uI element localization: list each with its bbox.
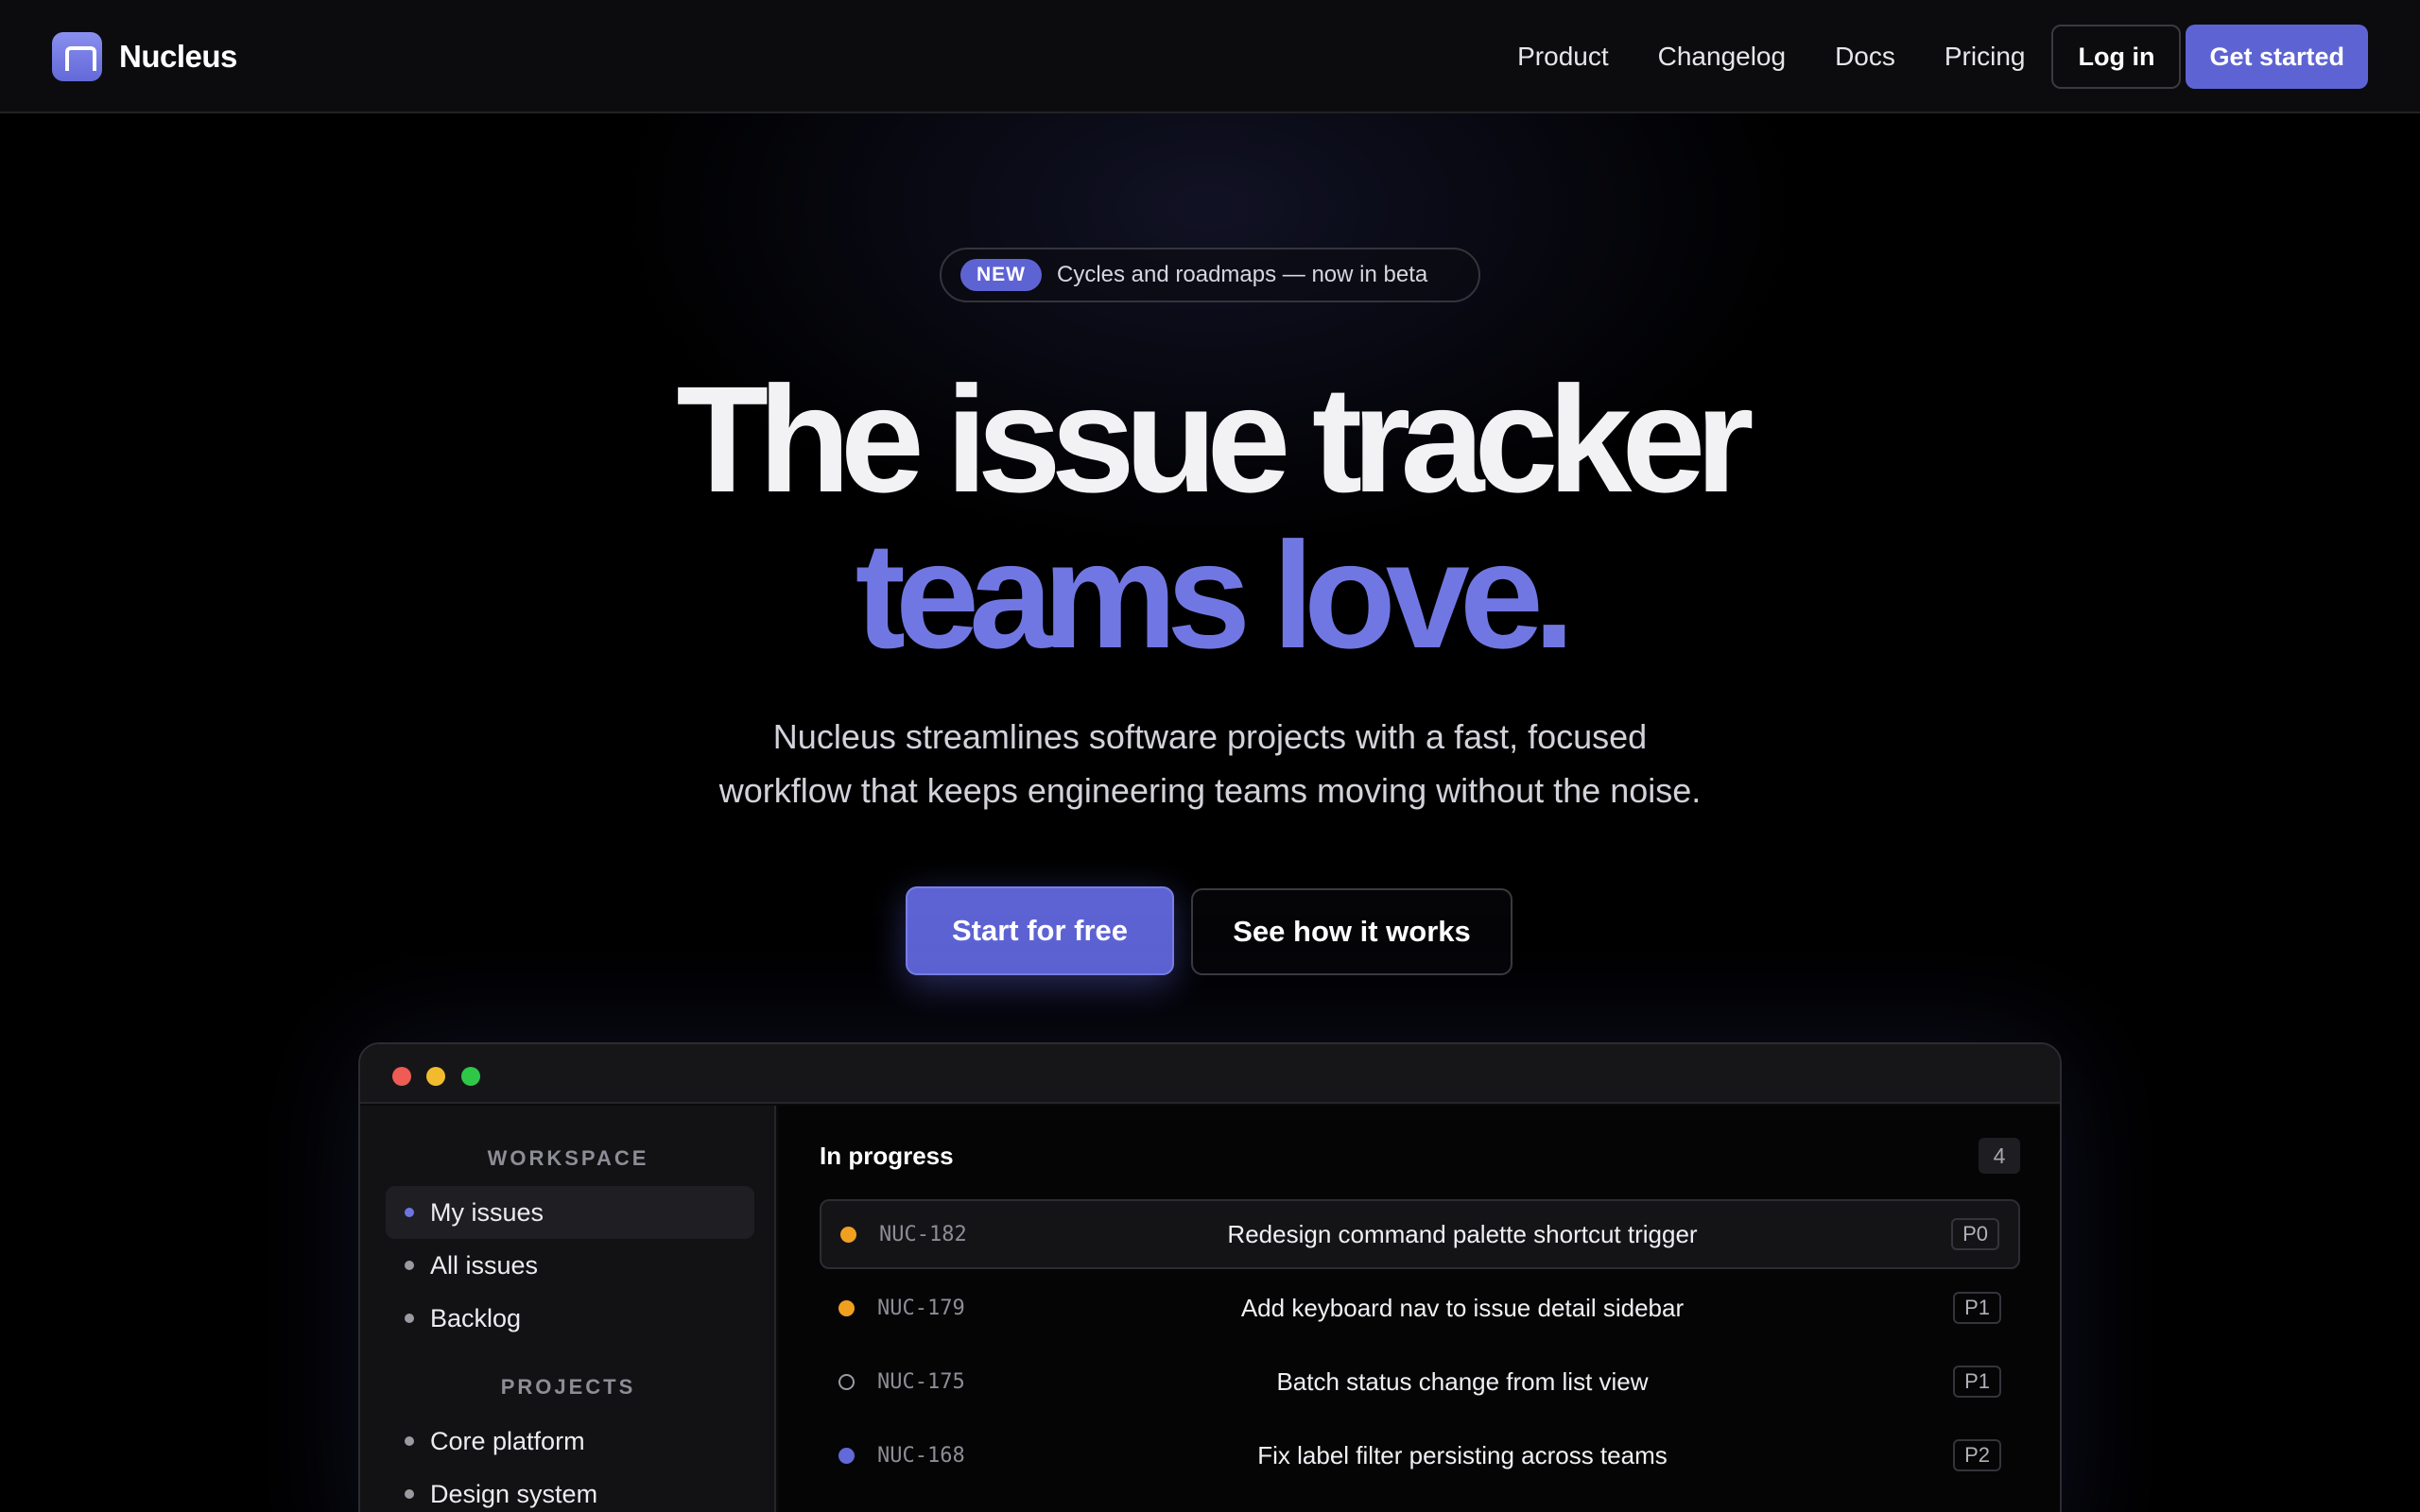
priority-badge: P2 [1953, 1439, 2001, 1471]
announcement-pill[interactable]: NEW Cycles and roadmaps — now in beta [940, 248, 1480, 302]
app-preview-window: WORKSPACE My issues All issues Backlog P… [358, 1042, 2062, 1512]
issue-title: Redesign command palette shortcut trigge… [1227, 1219, 1698, 1248]
priority-badge: P1 [1953, 1366, 2001, 1398]
in-progress-status-icon [840, 1226, 856, 1243]
issue-row[interactable]: NUC-182 Redesign command palette shortcu… [820, 1199, 2020, 1269]
get-started-button[interactable]: Get started [2186, 25, 2368, 89]
bullet-icon [405, 1208, 414, 1217]
sidebar-item-design-system[interactable]: Design system [386, 1468, 754, 1512]
window-close-dot-icon [392, 1067, 411, 1086]
planned-status-icon [838, 1447, 855, 1464]
start-for-free-button[interactable]: Start for free [906, 886, 1174, 975]
in-progress-status-icon [838, 1299, 855, 1316]
login-button[interactable]: Log in [2051, 25, 2182, 89]
sidebar-item-label: All issues [430, 1250, 539, 1280]
nav-link-docs[interactable]: Docs [1835, 42, 1895, 72]
hero-subtitle-line2: workflow that keeps engineering teams mo… [718, 771, 1702, 810]
window-titlebar [360, 1044, 2060, 1104]
nav-link-changelog[interactable]: Changelog [1658, 42, 1786, 72]
issue-title: Batch status change from list view [1276, 1366, 1649, 1396]
issue-id: NUC-182 [879, 1222, 967, 1246]
window-zoom-dot-icon [461, 1067, 480, 1086]
priority-badge: P1 [1953, 1292, 2001, 1324]
sidebar-item-my-issues[interactable]: My issues [386, 1186, 754, 1239]
bullet-icon [405, 1261, 414, 1270]
nav-link-pricing[interactable]: Pricing [1945, 42, 2026, 72]
sidebar-item-all-issues[interactable]: All issues [386, 1239, 754, 1292]
todo-status-icon [838, 1373, 855, 1390]
nucleus-logo-icon [52, 32, 102, 81]
hero-headline-line2: teams love. [855, 510, 1576, 679]
priority-badge: P0 [1951, 1218, 1999, 1250]
hero-headline-line1: The issue tracker [676, 354, 1754, 524]
nav-link-product[interactable]: Product [1517, 42, 1609, 72]
sidebar-item-core-platform[interactable]: Core platform [386, 1415, 754, 1468]
issue-row[interactable]: NUC-179 Add keyboard nav to issue detail… [820, 1273, 2020, 1343]
bullet-icon [405, 1314, 414, 1323]
sidebar-item-label: Design system [430, 1479, 598, 1508]
sidebar-item-label: Backlog [430, 1303, 522, 1332]
issue-title: Add keyboard nav to issue detail sidebar [1240, 1293, 1685, 1322]
workspace-section-label: WORKSPACE [487, 1146, 649, 1170]
issue-id: NUC-168 [877, 1443, 965, 1468]
top-nav: Nucleus Product Changelog Docs Pricing L… [0, 0, 2420, 113]
projects-section-label: PROJECTS [500, 1375, 636, 1399]
sidebar-item-label: My issues [430, 1197, 544, 1227]
group-title: In progress [820, 1142, 954, 1170]
see-how-it-works-button[interactable]: See how it works [1191, 888, 1512, 975]
issue-list-panel: In progress 4 NUC-182 Redesign command p… [778, 1106, 2060, 1512]
issue-title: Fix label filter persisting across teams [1257, 1440, 1668, 1469]
nav-links: Product Changelog Docs Pricing Log in Ge… [1517, 25, 2368, 89]
new-badge: NEW [960, 259, 1042, 291]
bullet-icon [405, 1436, 414, 1446]
window-minimize-dot-icon [426, 1067, 445, 1086]
group-count-badge: 4 [1979, 1138, 2020, 1174]
issue-row[interactable]: NUC-175 Batch status change from list vi… [820, 1347, 2020, 1417]
app-sidebar: WORKSPACE My issues All issues Backlog P… [360, 1106, 776, 1512]
sidebar-item-label: Core platform [430, 1426, 585, 1455]
sidebar-item-backlog[interactable]: Backlog [386, 1292, 754, 1345]
announcement-text: Cycles and roadmaps — now in beta [1057, 262, 1428, 287]
hero-subtitle-line1: Nucleus streamlines software projects wi… [772, 717, 1648, 756]
issue-id: NUC-175 [877, 1369, 965, 1394]
issue-id: NUC-179 [877, 1296, 965, 1320]
brand-link[interactable]: Nucleus [52, 32, 237, 81]
issue-row[interactable]: NUC-168 Fix label filter persisting acro… [820, 1420, 2020, 1490]
brand-name: Nucleus [119, 39, 237, 74]
bullet-icon [405, 1489, 414, 1499]
